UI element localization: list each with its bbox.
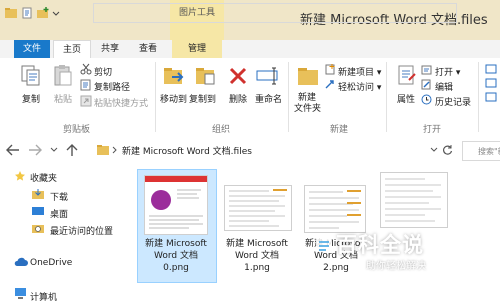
copy-button[interactable]: 复制 [22,92,40,105]
navigation-pane: 收藏夹 下载 桌面 最近访问的位置 OneDrive 计算机 [0,163,119,301]
easy-access-icon [325,79,336,90]
new-folder-quick-icon[interactable] [36,6,50,20]
easy-access-button[interactable]: 轻松访问 ▾ [338,80,381,93]
paste-shortcut-icon [80,95,92,107]
file-thumbnail[interactable] [224,185,292,231]
watermark-title: 百科全说 [336,233,424,257]
file-name-line1: 新建 Microsoft [145,239,207,249]
edit-icon [421,79,432,90]
properties-icon [396,64,418,88]
new-folder-line2[interactable]: 文件夹 [294,101,321,114]
address-field[interactable] [93,3,457,23]
desktop-icon [32,205,44,217]
history-button[interactable]: 历史记录 [435,95,471,108]
recent-places-icon [32,222,44,234]
new-item-label: 新建项目 [338,68,375,78]
chevron-down-icon[interactable] [52,6,60,20]
file-name-line3: 0.png [163,263,189,273]
select-all-icon[interactable] [484,64,498,104]
refresh-icon[interactable] [442,144,453,155]
new-item-button[interactable]: 新建项目 ▾ [338,65,381,78]
download-folder-icon [32,188,44,200]
file-thumbnail[interactable] [304,185,366,233]
file-thumbnail[interactable] [144,175,208,235]
explorer-window: 图片工具 新建 Microsoft Word 文档.files 文件 主页 共享… [0,0,500,301]
chevron-down-icon[interactable] [50,146,58,154]
easy-access-label: 轻松访问 [338,83,375,93]
watermark-subtitle: 助你轻松解决 [366,261,426,272]
up-arrow-icon[interactable] [66,143,78,157]
organize-group-label: 组织 [212,125,231,135]
nav-desktop[interactable]: 桌面 [50,207,68,220]
delete-icon [228,66,248,86]
breadcrumb-chevron-icon[interactable] [112,146,118,154]
chevron-down-icon[interactable] [430,146,438,154]
forward-arrow-icon[interactable] [28,144,42,156]
paste-icon [52,64,74,88]
nav-computer[interactable]: 计算机 [30,290,57,301]
breadcrumb-path[interactable]: 新建 Microsoft Word 文档.files [122,144,252,157]
rename-button[interactable]: 重命名 [255,92,282,105]
group-divider [288,62,289,132]
copy-to-icon [194,64,218,90]
move-to-button[interactable]: 移动到 [160,92,187,105]
tab-share[interactable]: 共享 [91,40,129,58]
paste-button[interactable]: 粘贴 [54,92,72,105]
cut-button[interactable]: 剪切 [94,65,112,78]
address-folder-icon [97,144,109,155]
clipboard-group-label: 剪贴板 [63,125,91,135]
watermark-logo [314,232,334,254]
nav-recent-places[interactable]: 最近访问的位置 [50,224,113,237]
ribbon-tabs: 文件 主页 共享 查看 管理 [0,40,500,60]
open-button[interactable]: 打开 ▾ [435,65,460,78]
file-name[interactable]: 新建 Microsoft Word 文档 1.png [217,238,297,274]
copy-to-button[interactable]: 复制到 [189,92,216,105]
file-name-line1: 新建 Microsoft [226,239,288,249]
tab-manage[interactable]: 管理 [172,40,222,58]
search-placeholder: 搜索"新 [478,147,500,156]
copy-path-button[interactable]: 复制路径 [94,80,130,93]
tab-home[interactable]: 主页 [53,40,91,60]
file-name-line2: Word 文档 [235,251,279,261]
tab-view[interactable]: 查看 [130,40,166,58]
file-name-line3: 1.png [244,263,270,273]
paste-shortcut-button[interactable]: 粘贴快捷方式 [94,96,148,109]
back-arrow-icon[interactable] [6,144,20,156]
ribbon: 复制 粘贴 剪切 复制路径 粘贴快捷方式 剪贴板 移动到 复制到 删除 重命名 … [0,58,500,139]
tab-file[interactable]: 文件 [14,40,50,58]
nav-favorites[interactable]: 收藏夹 [30,171,57,184]
open-group-label: 打开 [423,125,442,135]
file-thumbnail[interactable] [380,172,448,228]
file-name-line2: Word 文档 [154,251,198,261]
properties-quick-icon[interactable] [20,6,34,20]
open-icon [421,64,432,75]
open-label: 打开 [435,68,454,78]
edit-button[interactable]: 编辑 [435,80,453,93]
history-icon [421,94,432,105]
rename-icon [256,66,280,86]
group-divider [478,62,479,132]
group-divider [386,62,387,132]
file-name-line3: 2.png [323,263,349,273]
group-divider [155,62,156,132]
scissors-icon [80,63,92,75]
move-to-icon [162,64,186,90]
new-folder-icon [296,64,320,88]
copy-icon [20,64,42,88]
new-group-label: 新建 [330,125,349,135]
copy-path-icon [80,79,92,91]
quick-access-toolbar [4,6,60,20]
folder-icon [4,6,18,20]
nav-onedrive[interactable]: OneDrive [30,258,72,268]
delete-button[interactable]: 删除 [229,92,247,105]
file-name[interactable]: 新建 Microsoft Word 文档 0.png [136,238,216,274]
star-icon [14,170,26,182]
new-item-icon [325,64,336,75]
cloud-icon [14,257,28,267]
computer-icon [14,288,27,299]
properties-button[interactable]: 属性 [397,92,415,105]
nav-downloads[interactable]: 下载 [50,190,68,203]
